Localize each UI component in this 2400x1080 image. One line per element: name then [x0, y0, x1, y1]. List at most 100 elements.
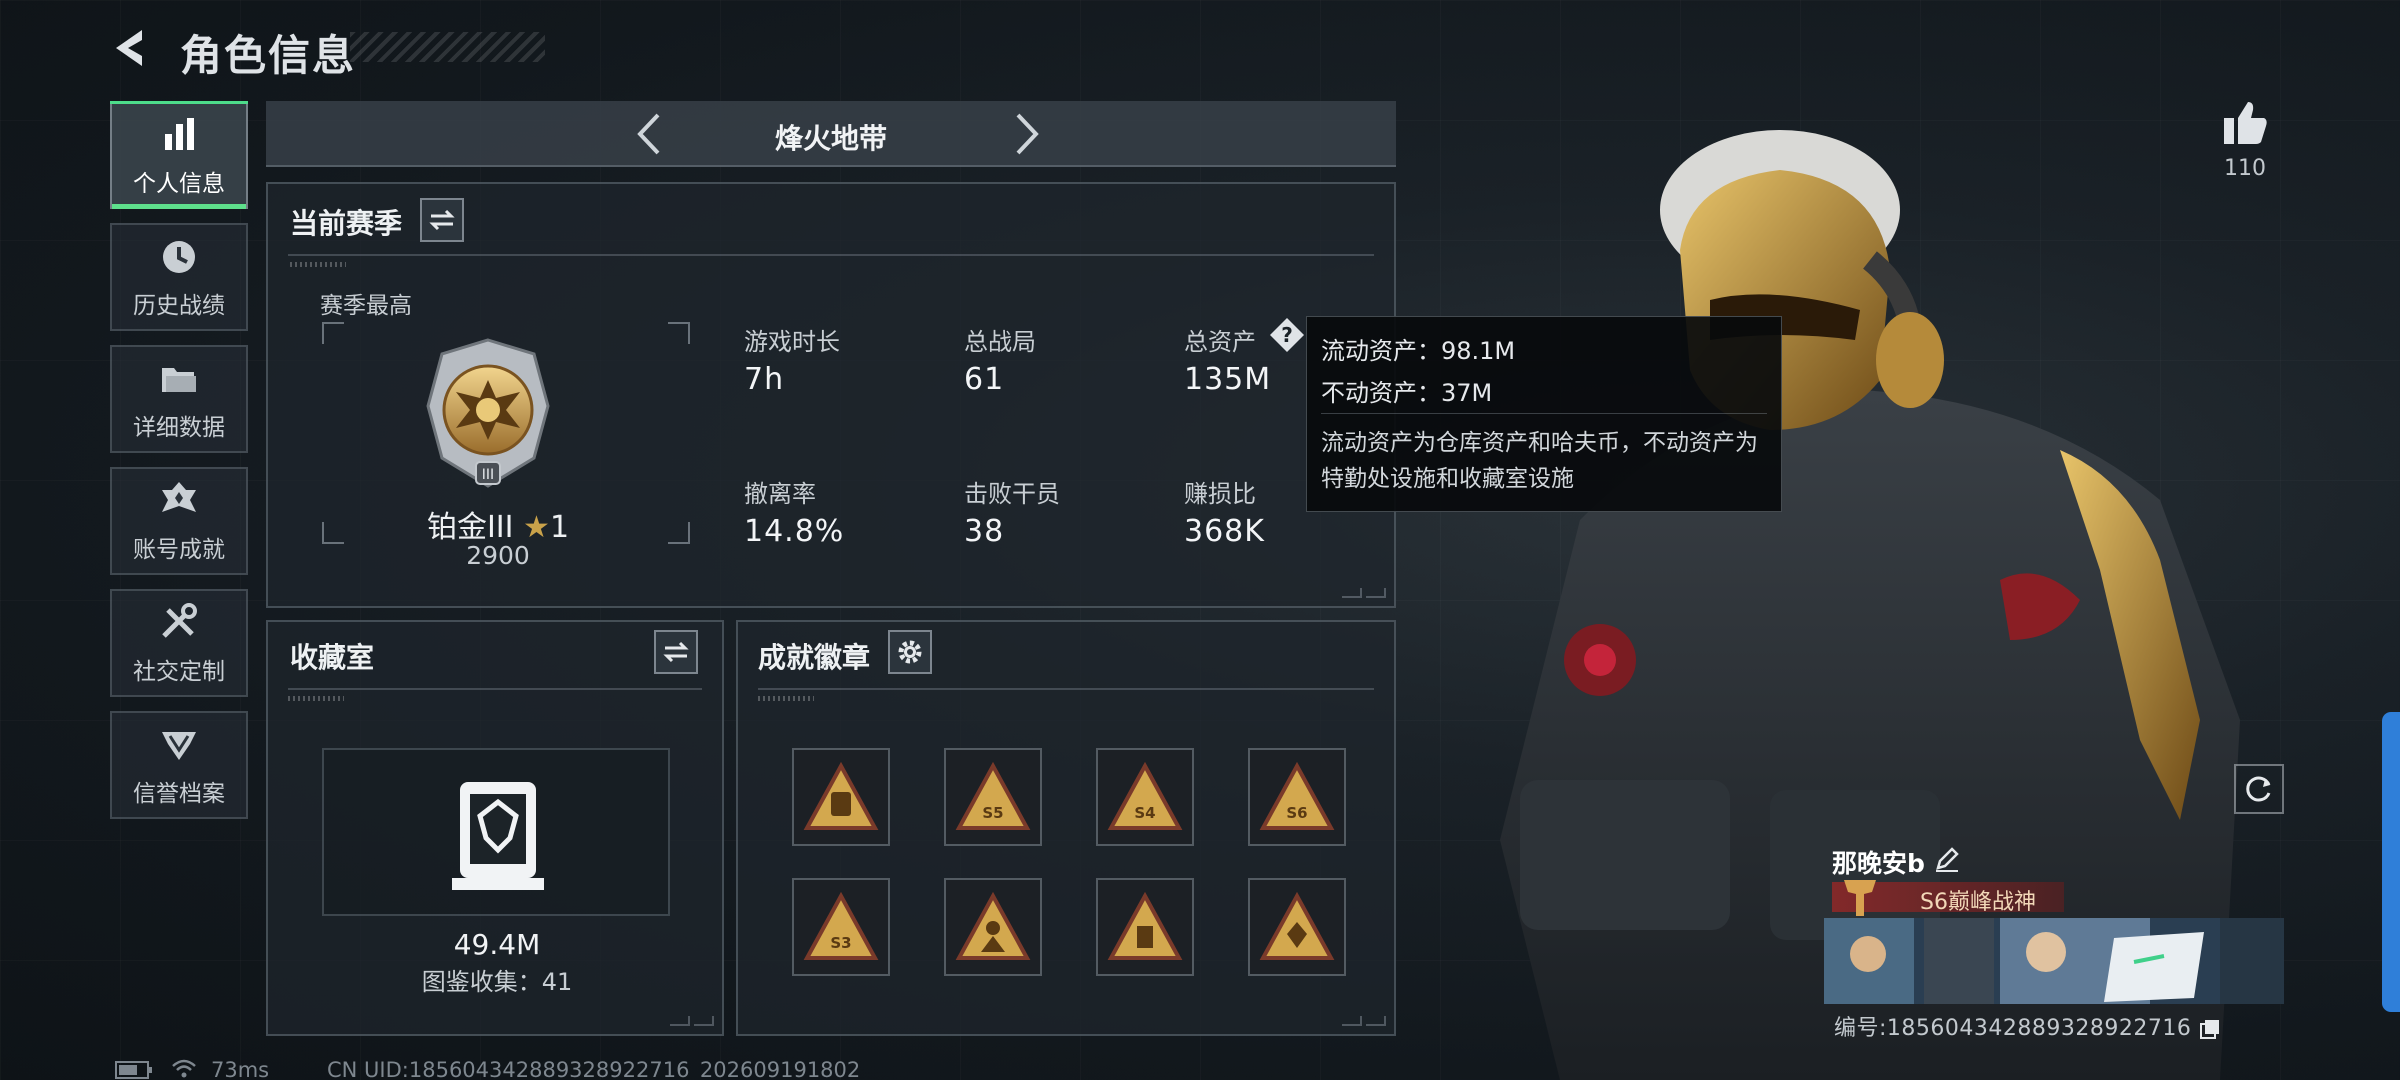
badges-title: 成就徽章 — [758, 641, 871, 674]
sidebar-item-label: 社交定制 — [133, 659, 225, 685]
achievement-icon — [162, 482, 196, 512]
badge-s4-icon: S4 — [1107, 762, 1183, 830]
rotate-model-button[interactable] — [2234, 764, 2284, 814]
player-banner-image[interactable] — [1824, 918, 2284, 1004]
sidebar-item-label: 详细数据 — [133, 415, 225, 441]
frame-corner — [668, 522, 690, 544]
stat-label-total-assets: 总资产 — [1184, 328, 1256, 356]
season-panel: 当前赛季 赛季最高 III 铂金III ★1 2900 游戏时长 7h 总战局 … — [266, 182, 1396, 608]
history-clock-icon — [163, 241, 195, 273]
like-count: 110 — [2224, 156, 2266, 181]
help-diamond-icon[interactable]: ? — [1268, 316, 1306, 354]
stat-value-play-time: 7h — [744, 362, 785, 397]
stat-label-extract-rate: 撤离率 — [744, 480, 816, 508]
stat-label-play-time: 游戏时长 — [744, 328, 840, 356]
badge-vault-icon — [1107, 892, 1183, 960]
assets-tooltip: 流动资产：98.1M 不动资产：37M 流动资产为仓库资产和哈夫币，不动资产为特… — [1306, 316, 1782, 512]
stat-value-total-assets: 135M — [1184, 362, 1272, 397]
deco-ticks — [290, 262, 346, 267]
platinum-rank-emblem-icon: III — [426, 338, 550, 488]
badge-slot-7[interactable] — [1096, 878, 1194, 976]
rank-line: 铂金III ★1 — [348, 502, 648, 546]
badge-backpack-icon — [803, 762, 879, 830]
sidebar-item-personal-info[interactable]: 个人信息 — [110, 101, 248, 209]
divider — [758, 688, 1374, 690]
sidebar-item-label: 个人信息 — [133, 171, 225, 197]
title-decoration — [350, 32, 545, 62]
stat-value-total-matches: 61 — [964, 362, 1005, 397]
sidebar-item-credit[interactable]: 信誉档案 — [110, 711, 248, 819]
corner-decoration — [1342, 1016, 1362, 1026]
corner-decoration — [1342, 588, 1362, 598]
badge-slot-2[interactable]: S5 — [944, 748, 1042, 846]
sidebar-item-detail-data[interactable]: 详细数据 — [110, 345, 248, 453]
mode-name: 烽火地带 — [774, 122, 887, 155]
svg-text:?: ? — [1281, 323, 1293, 347]
tools-icon — [162, 603, 197, 638]
copy-icon[interactable] — [2199, 1018, 2221, 1040]
rotate-icon — [2246, 776, 2271, 802]
player-name: 那晚安b — [1832, 849, 1925, 878]
badges-settings-button[interactable] — [888, 630, 932, 674]
sidebar-item-label: 历史战绩 — [133, 293, 225, 319]
sidebar-item-social-custom[interactable]: 社交定制 — [110, 589, 248, 697]
back-arrow-icon[interactable] — [108, 26, 158, 70]
frame-corner — [668, 322, 690, 344]
thumbs-up-icon[interactable] — [2220, 98, 2270, 146]
player-id: 编号:185604342889328922716 — [1834, 1010, 2221, 1042]
rank-name: 铂金III — [426, 510, 514, 545]
rank-title: S6巅峰战神 — [1920, 890, 2036, 915]
mode-switch-bar: 烽火地带 — [266, 101, 1396, 167]
collection-showcase[interactable] — [322, 748, 670, 916]
badge-slot-1[interactable] — [792, 748, 890, 846]
ping-text: 73ms — [211, 1058, 270, 1080]
credit-shield-icon — [162, 732, 196, 760]
swap-icon — [663, 641, 689, 663]
badge-text: S6 — [1286, 804, 1307, 822]
side-drawer-tab[interactable] — [2382, 712, 2400, 1012]
player-id-text: 编号:185604342889328922716 — [1834, 1016, 2192, 1041]
badge-text: S4 — [1134, 804, 1155, 822]
collection-panel: 收藏室 49.4M 图鉴收集：41 — [266, 620, 724, 1036]
badge-text: S5 — [982, 804, 1003, 822]
stat-label-total-matches: 总战局 — [964, 328, 1036, 356]
next-mode-arrow-icon[interactable] — [1000, 109, 1050, 159]
bar-chart-icon — [165, 118, 194, 150]
tooltip-divider — [1321, 413, 1767, 414]
stat-label-profit-ratio: 赚损比 — [1184, 480, 1256, 508]
badge-slot-4[interactable]: S6 — [1248, 748, 1346, 846]
corner-decoration — [1366, 1016, 1386, 1026]
folder-icon — [162, 368, 196, 392]
gear-icon — [898, 640, 922, 664]
badge-slot-8[interactable] — [1248, 878, 1346, 976]
collection-value: 49.4M — [453, 928, 541, 961]
corner-decoration — [1366, 588, 1386, 598]
deco-ticks — [288, 696, 344, 701]
corner-decoration — [694, 1016, 714, 1026]
swap-icon — [429, 209, 455, 231]
divider — [288, 254, 1374, 256]
sidebar-item-history[interactable]: 历史战绩 — [110, 223, 248, 331]
uid-text: CN UID:185604342889328922716_20260919180… — [327, 1058, 861, 1080]
deco-ticks — [758, 696, 814, 701]
badge-slot-6[interactable] — [944, 878, 1042, 976]
sidebar-item-label: 账号成就 — [133, 537, 225, 563]
badge-slot-3[interactable]: S4 — [1096, 748, 1194, 846]
badge-text: S3 — [830, 934, 851, 952]
collection-switch-button[interactable] — [654, 630, 698, 674]
sidebar-item-achievements[interactable]: 账号成就 — [110, 467, 248, 575]
frame-corner — [322, 322, 344, 344]
season-switch-button[interactable] — [420, 198, 464, 242]
edit-pencil-icon[interactable] — [1932, 844, 1962, 874]
wifi-icon — [172, 1059, 196, 1078]
badge-slot-5[interactable]: S3 — [792, 878, 890, 976]
divider — [288, 688, 702, 690]
page-title: 角色信息 — [180, 31, 357, 80]
rank-title-emblem-icon — [1844, 880, 1876, 916]
corner-decoration — [670, 1016, 690, 1026]
collection-title: 收藏室 — [290, 641, 375, 674]
battery-icon — [115, 1061, 152, 1079]
badges-panel: 成就徽章 S5 S4 S6 S3 — [736, 620, 1396, 1036]
rank-stars: 1 — [549, 510, 570, 545]
stat-label-kills: 击败干员 — [964, 480, 1060, 508]
